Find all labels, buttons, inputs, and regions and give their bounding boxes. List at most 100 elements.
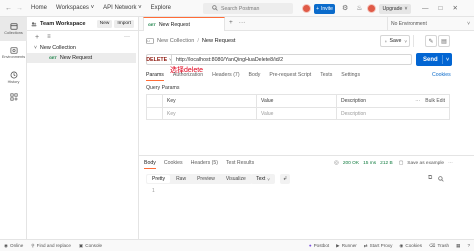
search-icon[interactable] xyxy=(438,175,444,182)
cookies-link[interactable]: Cookies xyxy=(432,72,451,78)
new-button[interactable]: New xyxy=(96,19,113,28)
chevron-down-icon: ˅ xyxy=(467,20,470,27)
value-input[interactable]: Value xyxy=(257,108,337,120)
edit-button[interactable]: ✎ xyxy=(425,35,437,47)
wrap-button[interactable]: ↲ xyxy=(280,174,290,184)
status-online[interactable]: ◉ Online xyxy=(4,243,23,249)
top-icons: ⚙ ♨ xyxy=(342,4,363,12)
response-time: 15 ms xyxy=(363,160,377,166)
more-icon[interactable]: ··· xyxy=(415,98,420,104)
tab-params[interactable]: Params xyxy=(146,72,164,81)
minimize-icon[interactable]: — xyxy=(422,5,429,12)
tab-response-body[interactable]: Body xyxy=(144,160,156,169)
tab-headers[interactable]: Headers (7) xyxy=(212,72,239,78)
history-icon xyxy=(10,71,17,78)
url-input[interactable]: http://localhost:8080/YanQingHuaDelete8/… xyxy=(171,54,412,65)
status-bar-right: ● Postbot ▶ Runner ⇄ Start Proxy ◉ Cookies ⌫… xyxy=(309,243,470,249)
environment-selector[interactable]: No Environment ˅ xyxy=(387,17,474,30)
send-button[interactable]: Send ˅ xyxy=(416,53,452,66)
http-icon: H xyxy=(146,38,154,44)
tab-settings[interactable]: Settings xyxy=(341,72,360,78)
upgrade-button[interactable]: Upgrade ˅ xyxy=(379,3,411,14)
rail-item-environments[interactable]: Environments xyxy=(0,41,27,65)
response-tabs: Body Cookies Headers (5) Test Results xyxy=(144,160,262,169)
start-proxy-button[interactable]: ⇄ Start Proxy xyxy=(364,243,393,249)
postbot-label: Postbot xyxy=(313,243,330,248)
nav-workspaces-label: Workspaces xyxy=(56,5,89,11)
find-replace-button[interactable]: ⚲ Find and replace xyxy=(31,243,71,249)
back-icon[interactable]: ← xyxy=(5,5,12,12)
add-tab-icon[interactable]: + xyxy=(229,19,233,26)
chevron-down-icon[interactable]: ˅ xyxy=(443,57,452,63)
save-button[interactable]: Save ˅ xyxy=(380,35,410,47)
tab-pre-request-script[interactable]: Pre-request Script xyxy=(269,72,311,78)
trash-button[interactable]: ⌫ Trash xyxy=(429,243,449,249)
params-table: Key Value Description ··· Bulk Edit Key … xyxy=(146,94,450,120)
gear-icon[interactable]: ⚙ xyxy=(342,4,348,12)
cookies-button[interactable]: ◉ Cookies xyxy=(399,243,422,249)
nav-home[interactable]: Home xyxy=(31,5,47,11)
status-bar-left: ◉ Online ⚲ Find and replace ▣ Console xyxy=(4,243,102,249)
add-icon[interactable]: + xyxy=(35,34,39,41)
format-pretty[interactable]: Pretty xyxy=(147,175,171,183)
profile-avatar-small[interactable] xyxy=(302,4,311,13)
upgrade-label: Upgrade xyxy=(382,5,403,12)
layout-icon[interactable]: ▦ xyxy=(456,243,460,249)
rail-item-configure[interactable] xyxy=(0,89,27,105)
save-as-example-link[interactable]: Save as example xyxy=(407,161,444,166)
tab-response-cookies[interactable]: Cookies xyxy=(164,160,183,166)
nav-api-network[interactable]: API Network ˅ xyxy=(103,5,142,11)
runner-icon: ▶ xyxy=(336,242,340,248)
nav-workspaces[interactable]: Workspaces ˅ xyxy=(56,5,94,11)
tab-response-headers[interactable]: Headers (5) xyxy=(191,160,218,166)
tab-new-request[interactable]: GET New Request xyxy=(143,17,225,31)
close-icon[interactable]: ✕ xyxy=(452,4,457,12)
copy-icon[interactable]: ⧉ xyxy=(428,175,432,182)
status-badge: 200 OK xyxy=(342,160,360,166)
tab-authorization[interactable]: Authorization xyxy=(173,72,203,78)
format-raw[interactable]: Raw xyxy=(171,175,191,183)
search-input[interactable]: Search Postman xyxy=(203,3,293,14)
tab-test-results[interactable]: Test Results xyxy=(226,160,254,166)
docs-button[interactable]: ▤ xyxy=(438,35,450,47)
workspace-icon xyxy=(31,21,37,26)
avatar xyxy=(367,4,376,13)
rail-item-history[interactable]: History xyxy=(0,65,27,89)
left-rail: Collections Environments History xyxy=(0,17,27,239)
nav-explore[interactable]: Explore xyxy=(151,5,171,11)
more-icon[interactable]: ··· xyxy=(124,34,130,40)
chevron-down-icon: ˅ xyxy=(90,5,95,11)
user-avatar[interactable] xyxy=(367,4,376,13)
tab-title: New Request xyxy=(158,21,190,28)
tab-body[interactable]: Body xyxy=(249,72,261,78)
tree-request[interactable]: GET New Request xyxy=(27,53,136,63)
trash-label: Trash xyxy=(437,243,450,248)
key-input[interactable]: Key xyxy=(163,108,257,120)
description-input[interactable]: Description xyxy=(337,108,449,120)
more-icon[interactable]: ··· xyxy=(448,161,453,166)
bulk-edit-link[interactable]: Bulk Edit xyxy=(425,98,445,104)
tab-tests[interactable]: Tests xyxy=(320,72,332,78)
rail-item-collections[interactable]: Collections xyxy=(0,17,27,41)
breadcrumb: H New Collection / New Request xyxy=(146,38,235,44)
help-icon[interactable]: ? xyxy=(467,243,470,248)
maximize-icon[interactable]: □ xyxy=(439,5,443,12)
forward-icon[interactable]: → xyxy=(16,5,23,12)
more-icon[interactable]: ··· xyxy=(239,19,246,26)
table-header-description: Description ··· Bulk Edit xyxy=(337,95,449,107)
format-preview[interactable]: Preview xyxy=(192,175,220,183)
method-select[interactable]: DELETE ˅ xyxy=(146,54,172,65)
import-button[interactable]: Import xyxy=(114,19,134,28)
text-type-select[interactable]: Text ˅ xyxy=(251,174,275,184)
line-number: 1 xyxy=(152,188,155,194)
console-button[interactable]: ▣ Console xyxy=(79,243,102,249)
breadcrumb-parent[interactable]: New Collection xyxy=(157,38,194,44)
invite-button[interactable]: + Invite xyxy=(314,3,335,14)
runner-button[interactable]: ▶ Runner xyxy=(336,243,357,249)
bell-icon[interactable]: ♨ xyxy=(356,4,362,12)
postbot-button[interactable]: ● Postbot xyxy=(309,243,329,248)
tree-collection[interactable]: ˅ New Collection xyxy=(27,43,138,53)
filter-icon[interactable]: ≡ xyxy=(47,34,51,40)
format-visualize[interactable]: Visualize xyxy=(221,175,251,183)
breadcrumb-current: New Request xyxy=(201,38,236,44)
